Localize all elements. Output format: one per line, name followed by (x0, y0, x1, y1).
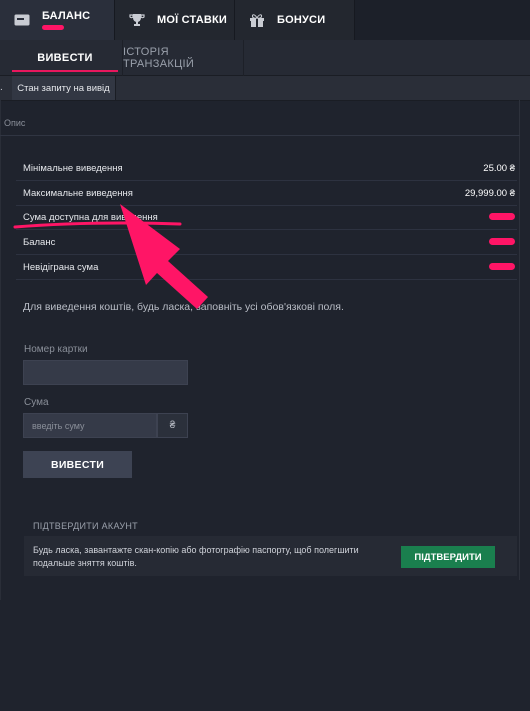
amount-label: Сума (24, 397, 49, 408)
info-row-available-amount: Сума доступна для виведення (16, 205, 517, 230)
info-label: Сума доступна для виведення (23, 211, 158, 223)
withdraw-subnav: . Стан запиту на вивід (0, 76, 530, 101)
info-value: 25.00 ₴ (483, 162, 515, 174)
panel-left-border (0, 100, 1, 600)
description-label: Опис (4, 118, 26, 128)
sub-tabs: ВИВЕСТИ ІСТОРІЯ ТРАНЗАКЦІЙ (0, 40, 530, 76)
info-row-balance: Баланс (16, 230, 517, 255)
info-row-min-withdrawal: Мінімальне виведення 25.00 ₴ (16, 156, 517, 181)
tab-bonuses-label: БОНУСИ (277, 14, 326, 26)
wallet-icon (12, 12, 32, 28)
tab-my-bets[interactable]: МОЇ СТАВКИ (115, 0, 235, 40)
tab-my-bets-label: МОЇ СТАВКИ (157, 14, 228, 26)
withdraw-button[interactable]: ВИВЕСТИ (23, 451, 132, 478)
form-instruction: Для виведення коштів, будь ласка, заповн… (23, 301, 344, 313)
verify-button[interactable]: ПІДТВЕРДИТИ (401, 546, 495, 568)
info-value-redacted (489, 212, 517, 223)
withdraw-request-status-link[interactable]: Стан запиту на вивід (12, 76, 116, 100)
tab-balance-label: БАЛАНС (42, 10, 91, 22)
info-row-max-withdrawal: Максимальне виведення 29,999.00 ₴ (16, 181, 517, 206)
redaction-mark (489, 238, 515, 246)
top-tabs: БАЛАНС МОЇ СТАВКИ БОНУСИ (0, 0, 530, 40)
tab-balance[interactable]: БАЛАНС (0, 0, 115, 40)
info-label: Максимальне виведення (23, 187, 133, 199)
info-value-redacted (489, 262, 517, 273)
tab-bonuses[interactable]: БОНУСИ (235, 0, 355, 40)
description-divider (0, 135, 520, 136)
tab-withdraw[interactable]: ВИВЕСТИ (12, 40, 118, 76)
info-value-redacted (489, 237, 517, 248)
info-label: Невідіграна сума (23, 261, 99, 273)
gift-icon (247, 12, 267, 28)
panel-right-border (519, 100, 520, 580)
card-number-input[interactable] (23, 360, 188, 385)
info-label: Баланс (23, 236, 56, 248)
info-value: 29,999.00 ₴ (464, 187, 515, 199)
card-number-label: Номер картки (24, 344, 88, 355)
tab-transaction-history[interactable]: ІСТОРІЯ ТРАНЗАКЦІЙ (122, 40, 244, 76)
trophy-icon (127, 12, 147, 28)
redaction-mark (489, 213, 515, 221)
verify-account-box: Будь ласка, завантажте скан-копію або фо… (24, 536, 517, 576)
info-label: Мінімальне виведення (23, 162, 123, 174)
amount-input[interactable]: введіть суму (23, 413, 157, 438)
redaction-mark (489, 263, 515, 271)
verify-account-text: Будь ласка, завантажте скан-копію або фо… (33, 545, 359, 568)
currency-hryvnia: ₴ (157, 413, 188, 438)
annotation-overlay (13, 204, 208, 309)
verify-account-title: ПІДТВЕРДИТИ АКАУНТ (33, 521, 138, 531)
subnav-overflow-mark: . (0, 82, 3, 93)
balance-redaction-mark (42, 25, 64, 30)
info-row-unplayed-amount: Невідіграна сума (16, 255, 517, 280)
